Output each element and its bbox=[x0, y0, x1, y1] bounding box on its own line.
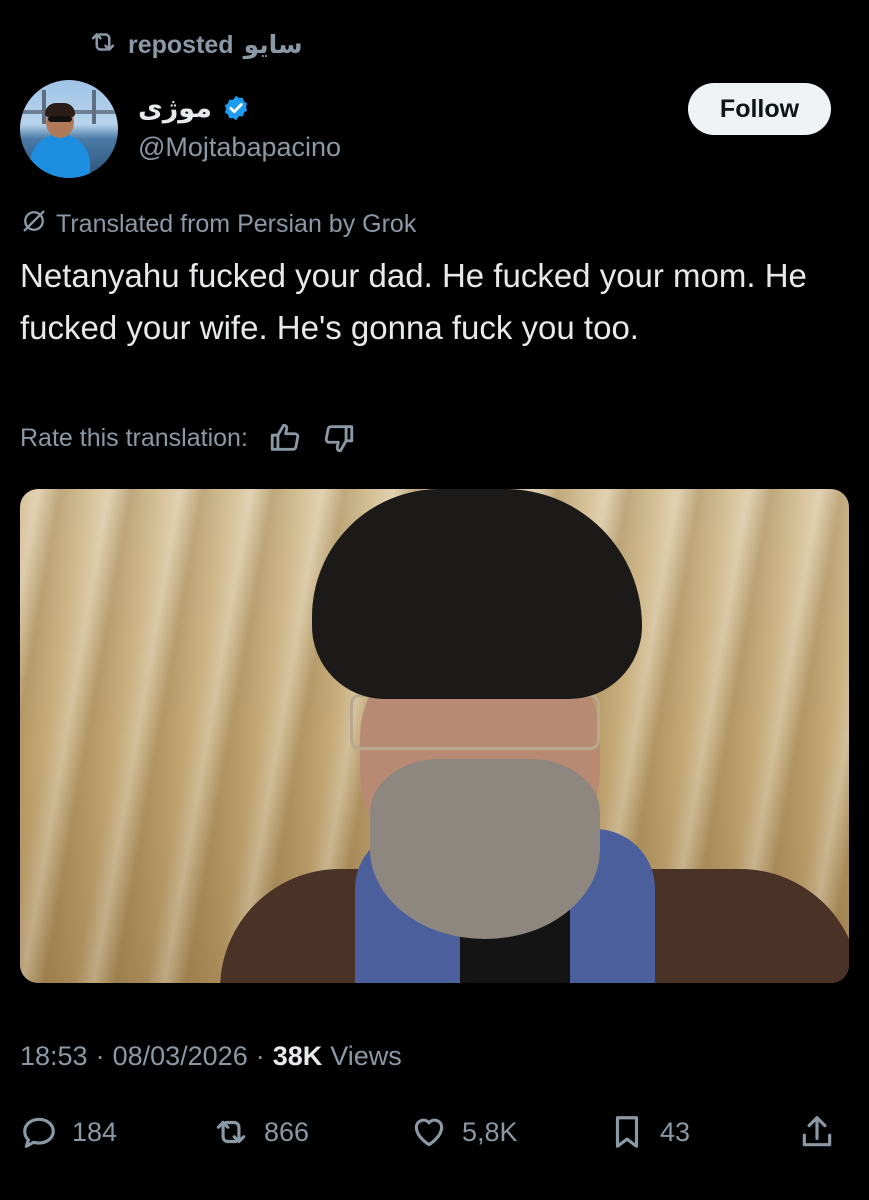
like-button[interactable]: 5,8K bbox=[410, 1104, 518, 1160]
author-name-line[interactable]: موژی bbox=[138, 90, 250, 126]
meta-separator: · bbox=[255, 1040, 265, 1071]
reply-icon bbox=[20, 1113, 58, 1151]
repost-icon bbox=[88, 27, 118, 64]
bookmark-button[interactable]: 43 bbox=[608, 1104, 690, 1160]
tweet-meta: 18:53 · 08/03/2026 · 38K Views bbox=[20, 1036, 402, 1076]
meta-separator: · bbox=[95, 1040, 105, 1071]
translation-note: Translated from Persian by Grok bbox=[20, 206, 416, 242]
action-bar: 184 866 5,8K 43 bbox=[20, 1104, 849, 1160]
rate-translation-label: Rate this translation: bbox=[20, 423, 248, 452]
repost-icon bbox=[212, 1113, 250, 1151]
reply-button[interactable]: 184 bbox=[20, 1104, 117, 1160]
tweet-date[interactable]: 08/03/2026 bbox=[113, 1041, 248, 1072]
repost-count: 866 bbox=[264, 1116, 310, 1147]
bookmark-icon bbox=[608, 1113, 646, 1151]
like-count: 5,8K bbox=[462, 1116, 518, 1147]
author-display-name[interactable]: موژی bbox=[138, 93, 212, 124]
reposter-name[interactable]: سایو bbox=[244, 30, 303, 60]
repost-label: reposted bbox=[128, 30, 234, 59]
heart-icon bbox=[410, 1113, 448, 1151]
tweet-photo[interactable] bbox=[20, 489, 849, 983]
translation-note-text: Translated from Persian by Grok bbox=[56, 209, 417, 238]
repost-header[interactable]: reposted سایو bbox=[88, 28, 303, 62]
repost-button[interactable]: 866 bbox=[212, 1104, 309, 1160]
follow-button[interactable]: Follow bbox=[688, 83, 831, 135]
views-count: 38K bbox=[272, 1040, 323, 1071]
tweet-text: Netanyahu fucked your dad. He fucked you… bbox=[20, 257, 807, 346]
author-handle[interactable]: @Mojtabapacino bbox=[138, 132, 341, 163]
translate-icon bbox=[20, 207, 48, 242]
thumbs-up-icon[interactable] bbox=[268, 421, 302, 455]
reply-count: 184 bbox=[72, 1116, 118, 1147]
tweet-time[interactable]: 18:53 bbox=[20, 1041, 88, 1072]
avatar[interactable] bbox=[20, 80, 118, 178]
views-label: Views bbox=[330, 1040, 402, 1071]
rate-translation-row: Rate this translation: bbox=[20, 418, 356, 458]
verified-badge-icon[interactable] bbox=[222, 94, 250, 122]
thumbs-down-icon[interactable] bbox=[322, 421, 356, 455]
bookmark-count: 43 bbox=[660, 1116, 691, 1147]
author-row: موژی @Mojtabapacino Follow bbox=[20, 80, 849, 180]
share-button[interactable] bbox=[798, 1104, 836, 1160]
share-icon bbox=[798, 1113, 836, 1151]
